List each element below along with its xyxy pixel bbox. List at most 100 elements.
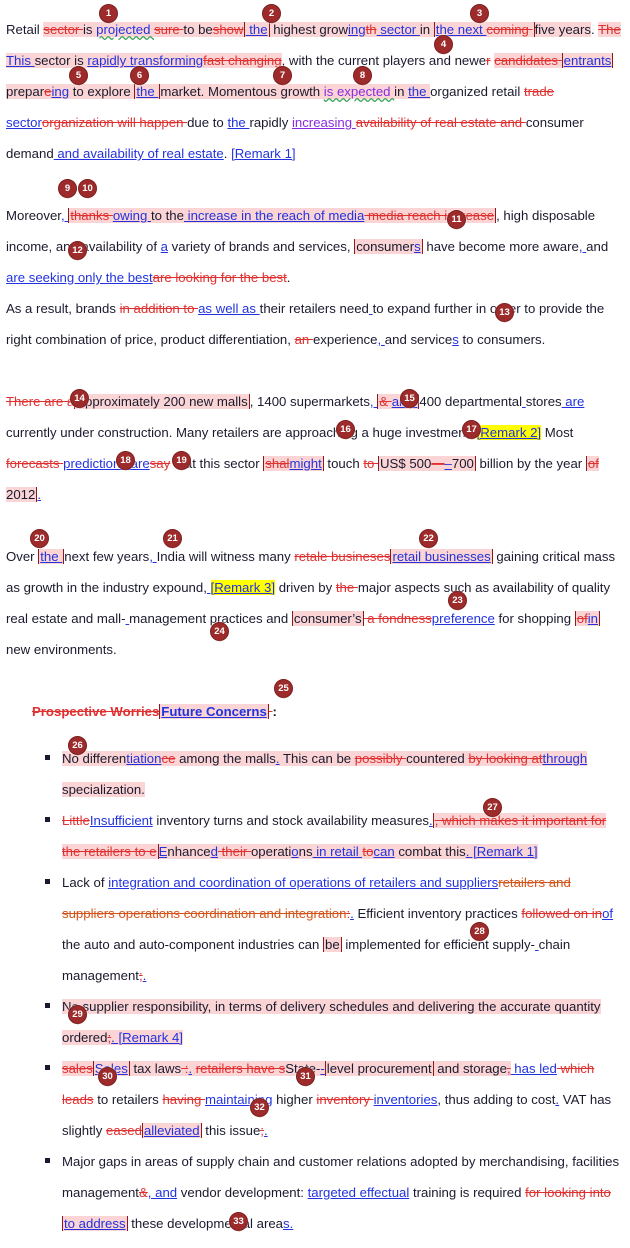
p5-management-practices: management practices and (129, 611, 292, 626)
comment-marker-1[interactable]: 1 (99, 4, 118, 24)
future-concerns-list: No differentiationce among the malls. Th… (6, 743, 624, 1239)
comment-marker-11[interactable]: 11 (447, 210, 466, 230)
comment-marker-19[interactable]: 19 (172, 451, 191, 471)
bullet-major-gaps-seg-5: training is required (409, 1185, 526, 1200)
comment-marker-21[interactable]: 21 (163, 529, 182, 549)
comment-marker-13[interactable]: 13 (495, 303, 514, 323)
bullet-square-icon (45, 1003, 50, 1008)
comment-marker-4[interactable]: 4 (434, 35, 453, 55)
comment-marker-27[interactable]: 27 (483, 798, 502, 818)
bullet-integration-coordination-seg-14: . (142, 968, 147, 983)
bullet-inventory-turns-seg-9: operati (250, 844, 292, 859)
p2-more-aware: have become more aware (422, 239, 579, 254)
heading-gap (6, 727, 624, 743)
p5-driven-by: driven by (275, 580, 336, 595)
p2-period: . (286, 270, 291, 285)
p1-rapidly: rapidly (249, 115, 292, 130)
bullet-major-gaps-seg-9: s. (283, 1216, 294, 1231)
p1-del-show: show (212, 22, 244, 37)
p3-and-service: and service (384, 332, 453, 347)
p4-usd-500: US$ 500 (380, 456, 432, 471)
p4-remark-2: [Remark 2] (476, 425, 542, 440)
p4-400-departmental: 400 departmental (419, 394, 523, 409)
comment-marker-14[interactable]: 14 (70, 389, 89, 409)
comment-marker-33[interactable]: 33 (229, 1212, 248, 1232)
comment-marker-29[interactable]: 29 (68, 1005, 87, 1025)
p3-del-an: an (294, 332, 313, 347)
comment-marker-24[interactable]: 24 (210, 622, 229, 642)
p1-is: is (82, 22, 97, 37)
bullet-inventory-turns-seg-2: inventory turns and stock availability m… (152, 813, 430, 828)
bullet-major-gaps-seg-2: , and (147, 1185, 178, 1200)
comment-marker-26[interactable]: 26 (68, 736, 87, 756)
bullet-differentiation-seg-2: ce (161, 751, 176, 766)
comment-marker-18[interactable]: 18 (116, 451, 135, 471)
bullet-sales-tax-seg-25: this issue (201, 1123, 261, 1138)
p1-highest-grow: highest grow (269, 22, 348, 37)
p3-ins-as-well-as: as well as (198, 301, 260, 316)
comment-marker-5[interactable]: 5 (69, 66, 88, 86)
bullet-inventory-turns-seg-0: Little (62, 813, 90, 828)
bullet-inventory-turns-seg-10: o (291, 844, 299, 859)
bullet-square-icon (45, 1158, 50, 1163)
p5-for-shopping: for shopping (494, 611, 575, 626)
bullet-inventory-turns-seg-16: . [Remark 1] (465, 844, 538, 859)
comment-marker-12[interactable]: 12 (68, 241, 87, 261)
bullet-inventory-turns-seg-8: their (217, 844, 251, 859)
comment-marker-8[interactable]: 8 (353, 66, 372, 86)
paragraph-gap-3 (6, 510, 624, 541)
paragraph-3: As a result, brands in addition to as we… (6, 293, 624, 355)
p1-momentous: . Momentous growth (200, 84, 324, 99)
comment-marker-28[interactable]: 28 (470, 922, 489, 942)
bullet-integration-coordination-seg-6: followed on in (521, 906, 603, 921)
p2-consumer: consumer (356, 239, 415, 254)
comment-marker-31[interactable]: 31 (296, 1067, 315, 1087)
p2-del-media-reach: media reach increase (364, 208, 495, 223)
p1-in2: in (394, 84, 409, 99)
comment-marker-32[interactable]: 32 (250, 1098, 269, 1118)
comment-marker-23[interactable]: 23 (448, 591, 467, 611)
p1-ins-the: the (245, 22, 268, 37)
comment-marker-22[interactable]: 22 (419, 529, 438, 549)
p5-over: Over (6, 549, 39, 564)
p1-del-the: The (598, 22, 621, 37)
comment-marker-30[interactable]: 30 (98, 1067, 117, 1087)
p1-ins-the4: the (227, 115, 250, 130)
comment-marker-9[interactable]: 9 (58, 179, 77, 199)
bullet-inventory-turns-seg-12: in retail (312, 844, 363, 859)
bullet-sales-tax-seg-17: higher (272, 1092, 317, 1107)
p1-remark-1: [Remark 1] (231, 146, 296, 161)
bullet-inventory-turns-seg-7: d (210, 844, 218, 859)
comment-marker-20[interactable]: 20 (30, 529, 49, 549)
comment-marker-6[interactable]: 6 (130, 66, 149, 86)
p1-ins-rapidly-transforming: rapidly transforming (87, 53, 204, 68)
bullet-integration-coordination-seg-8: the auto and auto-component industries c… (62, 937, 323, 952)
bullet-major-gaps-seg-7: to address (62, 1216, 128, 1231)
p1-ins-entrants: entrants (563, 53, 612, 68)
comment-marker-16[interactable]: 16 (336, 420, 355, 440)
p4-ins-period: . (37, 487, 42, 502)
comment-marker-2[interactable]: 2 (262, 4, 281, 24)
p1-del-availability: availability of real estate and (355, 115, 526, 130)
p5-del-retale-busineses: retale busineses (294, 549, 391, 564)
list-item: Lack of integration and coordination of … (45, 867, 624, 991)
paragraph-gap-1 (6, 169, 624, 200)
bullet-sales-tax-seg-14: to retailers (93, 1092, 163, 1107)
bullet-differentiation-seg-8: by looking at (468, 751, 543, 766)
comment-marker-25[interactable]: 25 (274, 679, 293, 699)
p2-and: and (586, 239, 609, 254)
comment-marker-17[interactable]: 17 (462, 420, 481, 440)
p1-del-trade: trade (523, 84, 554, 99)
p1-del-th: th (365, 22, 377, 37)
comment-marker-15[interactable]: 15 (400, 389, 419, 409)
comment-marker-10[interactable]: 10 (78, 179, 97, 199)
comment-marker-3[interactable]: 3 (470, 4, 489, 24)
comment-marker-7[interactable]: 7 (273, 66, 292, 86)
p1-ins-the3: the (408, 84, 431, 99)
bullet-integration-coordination-seg-0: Lack of (62, 875, 109, 890)
p4-del-of: of (587, 456, 599, 471)
p4-del-say: say (149, 456, 171, 471)
p1-del-sure: sure (154, 22, 184, 37)
paragraph-1: Retail sector is projected sure to besho… (6, 14, 624, 169)
bullet-inventory-turns-seg-14: can (373, 844, 395, 859)
